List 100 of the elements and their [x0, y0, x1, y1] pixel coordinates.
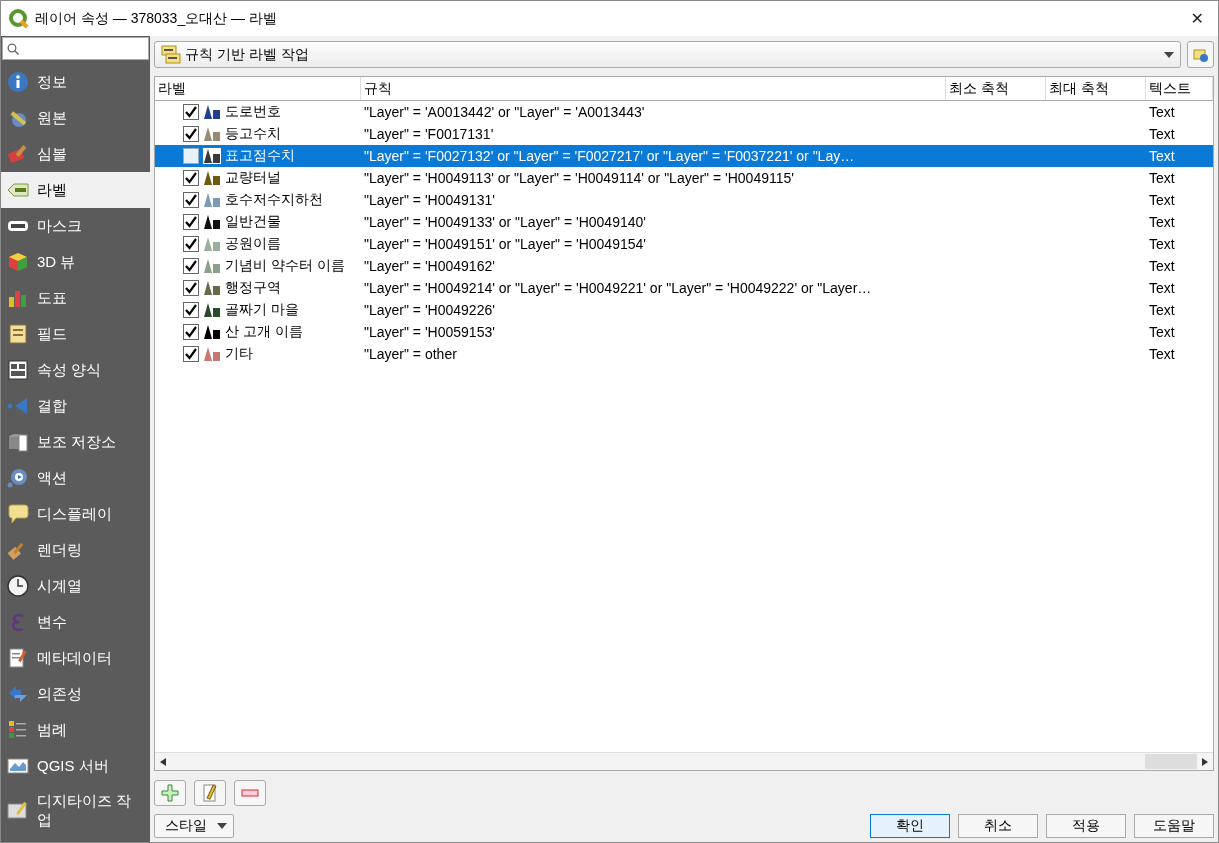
- dropdown-caret-icon: [1164, 51, 1174, 58]
- checkbox[interactable]: [183, 126, 199, 142]
- cube-icon: [7, 251, 29, 273]
- map-pencil-icon: [7, 799, 29, 821]
- label-name: 도로번호: [225, 103, 281, 121]
- sidebar-item[interactable]: 렌더링: [1, 532, 150, 568]
- text-cell-text: Text: [1148, 324, 1176, 340]
- sidebar-item[interactable]: 속성 양식: [1, 352, 150, 388]
- dialog-button[interactable]: 확인: [870, 814, 950, 838]
- document-pencil-icon: [7, 647, 29, 669]
- rule-expression: "Layer" = 'H0049131': [363, 192, 496, 208]
- label-name: 기념비 약수터 이름: [225, 257, 345, 275]
- sidebar-item[interactable]: 원본: [1, 100, 150, 136]
- rule-expression: "Layer" = 'F0027132' or "Layer" = 'F0027217' or "Layer" = 'F0037221' or "Lay…: [363, 148, 856, 164]
- text-cell-text: Text: [1148, 258, 1176, 274]
- rule-expression: "Layer" = 'H0049151' or "Layer" = 'H0049154': [363, 236, 647, 252]
- checkbox[interactable]: [183, 302, 199, 318]
- label-toolbar-button[interactable]: [1187, 41, 1214, 68]
- sidebar-item[interactable]: 도표: [1, 280, 150, 316]
- sidebar-item[interactable]: 마스크: [1, 208, 150, 244]
- info-icon: [7, 71, 29, 93]
- mode-dropdown[interactable]: 규칙 기반 라벨 작업: [154, 41, 1181, 68]
- column-header[interactable]: 최소 축척: [946, 77, 1046, 100]
- label-name: 일반건물: [225, 213, 281, 231]
- sidebar-item[interactable]: 보조 저장소: [1, 424, 150, 460]
- sidebar-item[interactable]: 의존성: [1, 676, 150, 712]
- edit-rule-button[interactable]: [194, 780, 226, 806]
- checkmark-icon: [185, 348, 197, 360]
- table-row[interactable]: 교량터널 "Layer" = 'H0049113' or "Layer" = 'H0049114' or "Layer" = 'H0049115' Text: [155, 167, 1213, 189]
- layout-icon: [7, 359, 29, 381]
- text-cell-text: Text: [1148, 236, 1176, 252]
- rule-expression: "Layer" = 'H0049214' or "Layer" = 'H0049221' or "Layer" = 'H0049222' or "Layer…: [363, 280, 873, 296]
- label-name: 골짜기 마을: [225, 301, 299, 319]
- table-row[interactable]: 표고점수치 "Layer" = 'F0027132' or "Layer" = 'F0027217' or "Layer" = 'F0037221' or "Lay… Text: [155, 145, 1213, 167]
- checkbox[interactable]: [183, 170, 199, 186]
- sidebar-item[interactable]: 결합: [1, 388, 150, 424]
- table-row[interactable]: 등고수치 "Layer" = 'F0017131' Text: [155, 123, 1213, 145]
- rule-expression: "Layer" = 'H0049226': [363, 302, 496, 318]
- checkmark-icon: [185, 172, 197, 184]
- checkmark-icon: [185, 194, 197, 206]
- sidebar-item[interactable]: 변수: [1, 604, 150, 640]
- column-header[interactable]: 텍스트: [1146, 77, 1213, 100]
- checkbox[interactable]: [183, 258, 199, 274]
- checkmark-icon: [185, 282, 197, 294]
- checkmark-icon: [185, 238, 197, 250]
- label-name: 등고수치: [225, 125, 281, 143]
- text-cell-text: Text: [1148, 192, 1176, 208]
- text-cell-text: Text: [1148, 346, 1176, 362]
- checkbox[interactable]: [183, 214, 199, 230]
- legend-icon: [7, 719, 29, 741]
- dialog-button[interactable]: 취소: [958, 814, 1038, 838]
- checkbox[interactable]: [183, 236, 199, 252]
- table-row[interactable]: 일반건물 "Layer" = 'H0049133' or "Layer" = 'H0049140' Text: [155, 211, 1213, 233]
- table-row[interactable]: 기타 "Layer" = other Text: [155, 343, 1213, 365]
- checkbox[interactable]: [183, 148, 199, 164]
- sidebar-item[interactable]: QGIS 서버: [1, 748, 150, 784]
- sidebar-item[interactable]: 디스플레이: [1, 496, 150, 532]
- label-name: 교량터널: [225, 169, 281, 187]
- table-row[interactable]: 골짜기 마을 "Layer" = 'H0049226' Text: [155, 299, 1213, 321]
- sidebar-item[interactable]: 정보: [1, 64, 150, 100]
- sidebar-item[interactable]: 시계열: [1, 568, 150, 604]
- table-row[interactable]: 산 고개 이름 "Layer" = 'H0059153' Text: [155, 321, 1213, 343]
- checkmark-icon: [185, 304, 197, 316]
- rule-expression: "Layer" = 'H0049162': [363, 258, 496, 274]
- map-icon: [7, 755, 29, 777]
- text-cell-text: Text: [1148, 148, 1176, 164]
- dialog-button[interactable]: 적용: [1046, 814, 1126, 838]
- checkbox[interactable]: [183, 346, 199, 362]
- table-row[interactable]: 기념비 약수터 이름 "Layer" = 'H0049162' Text: [155, 255, 1213, 277]
- sidebar-item[interactable]: 범례: [1, 712, 150, 748]
- sidebar-item[interactable]: 메타데이터: [1, 640, 150, 676]
- sidebar-item[interactable]: 디지타이즈 작업: [1, 784, 150, 836]
- table-row[interactable]: 공원이름 "Layer" = 'H0049151' or "Layer" = 'H0049154' Text: [155, 233, 1213, 255]
- column-header[interactable]: 최대 축척: [1046, 77, 1146, 100]
- labels-pin-icon: [1192, 46, 1209, 63]
- label-rules-icon: [161, 44, 181, 65]
- table-row[interactable]: 도로번호 "Layer" = 'A0013442' or "Layer" = 'A0013443' Text: [155, 101, 1213, 123]
- checkbox[interactable]: [183, 192, 199, 208]
- sidebar-item[interactable]: 3D 뷰: [1, 244, 150, 280]
- dropdown-caret-icon: [217, 823, 227, 829]
- table-row[interactable]: 호수저수지하천 "Layer" = 'H0049131' Text: [155, 189, 1213, 211]
- label-name: 공원이름: [225, 235, 281, 253]
- sidebar-item[interactable]: 라벨: [1, 172, 150, 208]
- sidebar-item[interactable]: 액션: [1, 460, 150, 496]
- table-row[interactable]: 행정구역 "Layer" = 'H0049214' or "Layer" = 'H0049221' or "Layer" = 'H0049222' or "Layer… Text: [155, 277, 1213, 299]
- column-header[interactable]: 규칙: [361, 77, 946, 100]
- dialog-button[interactable]: 도움말: [1134, 814, 1214, 838]
- checkbox[interactable]: [183, 324, 199, 340]
- sidebar-item[interactable]: 필드: [1, 316, 150, 352]
- sidebar-item[interactable]: 심볼: [1, 136, 150, 172]
- rule-expression: "Layer" = 'H0049113' or "Layer" = 'H0049114' or "Layer" = 'H0049115': [363, 170, 795, 186]
- label-name: 표고점수치: [225, 147, 295, 165]
- clock-icon: [7, 575, 29, 597]
- checkbox[interactable]: [183, 104, 199, 120]
- checkbox[interactable]: [183, 280, 199, 296]
- search-field[interactable]: [2, 37, 149, 60]
- close-button[interactable]: ✕: [1184, 9, 1210, 28]
- style-button[interactable]: 스타일: [154, 814, 234, 838]
- column-header[interactable]: 라벨: [155, 77, 361, 100]
- text-cell-text: Text: [1148, 170, 1176, 186]
